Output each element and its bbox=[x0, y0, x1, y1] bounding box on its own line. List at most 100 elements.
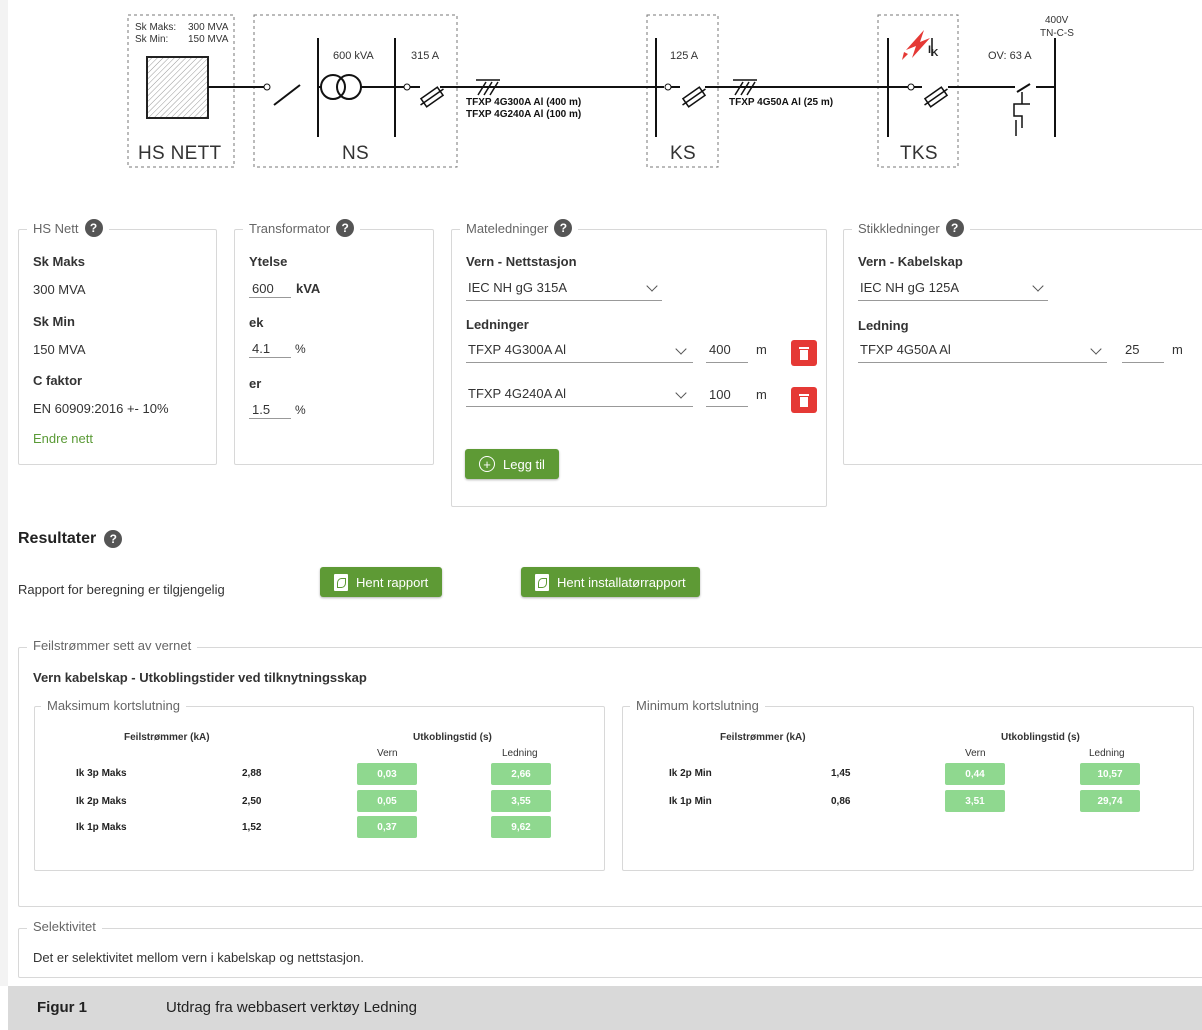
min-kortslutning-panel bbox=[622, 706, 1194, 871]
ks-label: KS bbox=[670, 143, 696, 164]
cable-select-1[interactable]: TFXP 4G300A Al bbox=[466, 340, 693, 362]
table-row-current: 1,52 bbox=[242, 822, 262, 833]
ledning-time-badge: 3,55 bbox=[491, 790, 551, 812]
max-col-current: Feilstrømmer (kA) bbox=[124, 732, 210, 743]
cable1-line2: TFXP 4G240A Al (100 m) bbox=[466, 109, 582, 120]
get-report-label: Hent rapport bbox=[356, 574, 429, 590]
vern-nettstasjon-value: IEC NH gG 315A bbox=[468, 280, 567, 295]
add-cable-button[interactable]: + Legg til bbox=[465, 449, 559, 479]
ks-fuse: 125 A bbox=[670, 50, 699, 62]
ns-kva: 600 kVA bbox=[333, 50, 374, 62]
get-report-button[interactable]: Hent rapport bbox=[320, 567, 443, 597]
length-unit-2: m bbox=[756, 387, 767, 402]
ledning-time-badge: 10,57 bbox=[1080, 763, 1140, 785]
ledning-length-unit: m bbox=[1172, 342, 1183, 357]
ek-underline bbox=[249, 357, 291, 358]
table-row-label: Ik 1p Min bbox=[669, 796, 712, 807]
vern-nettstasjon-label: Vern - Nettstasjon bbox=[466, 254, 577, 269]
min-col-current: Feilstrømmer (kA) bbox=[720, 732, 806, 743]
c-faktor-label: C faktor bbox=[33, 373, 83, 388]
resultater-heading: Resultater bbox=[18, 530, 97, 547]
vern-kabelskap-label: Vern - Kabelskap bbox=[858, 254, 963, 269]
table-row-label: Ik 2p Min bbox=[669, 768, 712, 779]
ledning-length-input[interactable]: 25 bbox=[1125, 342, 1139, 357]
sk-min-value: 150 MVA bbox=[33, 342, 86, 357]
help-icon[interactable]: ? bbox=[336, 219, 355, 237]
ledninger-label: Ledninger bbox=[466, 317, 529, 332]
vern-nettstasjon-select[interactable]: IEC NH gG 315A bbox=[466, 278, 662, 300]
ledning-length-underline bbox=[1122, 362, 1164, 363]
cable-select-2[interactable]: TFXP 4G240A Al bbox=[466, 384, 693, 406]
max-col-ledning: Ledning bbox=[502, 748, 538, 759]
trash-icon bbox=[799, 394, 809, 407]
chevron-down-icon bbox=[1090, 343, 1102, 355]
plus-circle-icon: + bbox=[479, 456, 495, 472]
min-col-ledning: Ledning bbox=[1089, 748, 1125, 759]
hs-sk-min-label: Sk Min: bbox=[135, 34, 169, 45]
length-unit-1: m bbox=[756, 342, 767, 357]
selektivitet-title: Selektivitet bbox=[33, 919, 96, 934]
length-input-2[interactable]: 100 bbox=[709, 387, 731, 402]
vern-kabelskap-underline bbox=[858, 300, 1048, 301]
cable1-line1: TFXP 4G300A Al (400 m) bbox=[466, 97, 582, 108]
chevron-down-icon bbox=[675, 343, 687, 355]
figure-label: Figur 1 bbox=[37, 999, 88, 1016]
help-icon[interactable]: ? bbox=[84, 219, 103, 237]
er-unit: % bbox=[295, 403, 306, 417]
hs-nett-title: HS Nett bbox=[33, 220, 79, 236]
sk-maks-label: Sk Maks bbox=[33, 254, 86, 269]
tks-label: TKS bbox=[900, 143, 938, 164]
ytelse-input[interactable]: 600 bbox=[252, 281, 274, 296]
ytelse-unit: kVA bbox=[296, 281, 321, 296]
length-underline-1 bbox=[706, 362, 748, 363]
single-line-diagram: Sk Maks: 300 MVA Sk Min: 150 MVA HS NETT… bbox=[0, 0, 1202, 175]
cable-underline-2 bbox=[466, 406, 693, 407]
table-row-current: 1,45 bbox=[831, 768, 851, 779]
table-row-current: 2,50 bbox=[242, 796, 262, 807]
help-icon[interactable]: ? bbox=[104, 530, 123, 548]
ns-label: NS bbox=[342, 143, 369, 164]
delete-button[interactable] bbox=[791, 340, 817, 366]
get-installer-report-button[interactable]: Hent installatørrapport bbox=[521, 567, 700, 597]
ledning-select[interactable]: TFXP 4G50A Al bbox=[858, 340, 1107, 362]
min-kortslutning-title: Minimum kortslutning bbox=[636, 698, 759, 713]
chevron-down-icon bbox=[646, 280, 658, 292]
trash-icon bbox=[799, 347, 809, 360]
sk-min-label: Sk Min bbox=[33, 314, 75, 329]
help-icon[interactable]: ? bbox=[554, 219, 573, 237]
help-icon[interactable]: ? bbox=[945, 219, 964, 237]
table-row-label: Ik 2p Maks bbox=[76, 796, 127, 807]
selektivitet-text: Det er selektivitet mellom vern i kabels… bbox=[33, 950, 364, 965]
vern-nettstasjon-underline bbox=[466, 300, 662, 301]
table-row-label: Ik 1p Maks bbox=[76, 822, 127, 833]
figure-text: Utdrag fra webbasert verktøy Ledning bbox=[166, 999, 417, 1016]
vern-time-badge: 0,05 bbox=[357, 790, 417, 812]
hs-nett-legend: HS Nett ? bbox=[27, 219, 109, 237]
ov-label: OV: 63 A bbox=[988, 50, 1032, 62]
delete-button[interactable] bbox=[791, 387, 817, 413]
table-row-label: Ik 3p Maks bbox=[76, 768, 127, 779]
ek-input[interactable]: 4.1 bbox=[252, 341, 270, 356]
length-underline-2 bbox=[706, 406, 748, 407]
hs-sk-maks-value: 300 MVA bbox=[188, 22, 229, 33]
c-faktor-value: EN 60909:2016 +- 10% bbox=[33, 401, 169, 416]
cable-underline-1 bbox=[466, 362, 693, 363]
vern-time-badge: 0,37 bbox=[357, 816, 417, 838]
er-input[interactable]: 1.5 bbox=[252, 402, 270, 417]
feilstrommer-legend: Feilstrømmer sett av vernet bbox=[27, 638, 198, 653]
vern-time-badge: 0,44 bbox=[945, 763, 1005, 785]
mateledninger-title: Mateledninger bbox=[466, 220, 549, 236]
ledning-time-badge: 29,74 bbox=[1080, 790, 1140, 812]
ytelse-label: Ytelse bbox=[249, 254, 288, 269]
er-label: er bbox=[249, 376, 262, 391]
system-label: TN-C-S bbox=[1040, 28, 1074, 39]
report-available-text: Rapport for beregning er tilgjengelig bbox=[18, 582, 225, 597]
vern-kabelskap-select[interactable]: IEC NH gG 125A bbox=[858, 278, 1048, 300]
min-col-vern: Vern bbox=[965, 748, 986, 759]
min-col-time: Utkoblingstid (s) bbox=[1001, 732, 1080, 743]
hs-sk-maks-label: Sk Maks: bbox=[135, 22, 177, 33]
length-input-1[interactable]: 400 bbox=[709, 342, 731, 357]
table-row-current: 2,88 bbox=[242, 768, 262, 779]
change-net-link[interactable]: Endre nett bbox=[33, 431, 93, 446]
max-kortslutning-title: Maksimum kortslutning bbox=[47, 698, 180, 713]
